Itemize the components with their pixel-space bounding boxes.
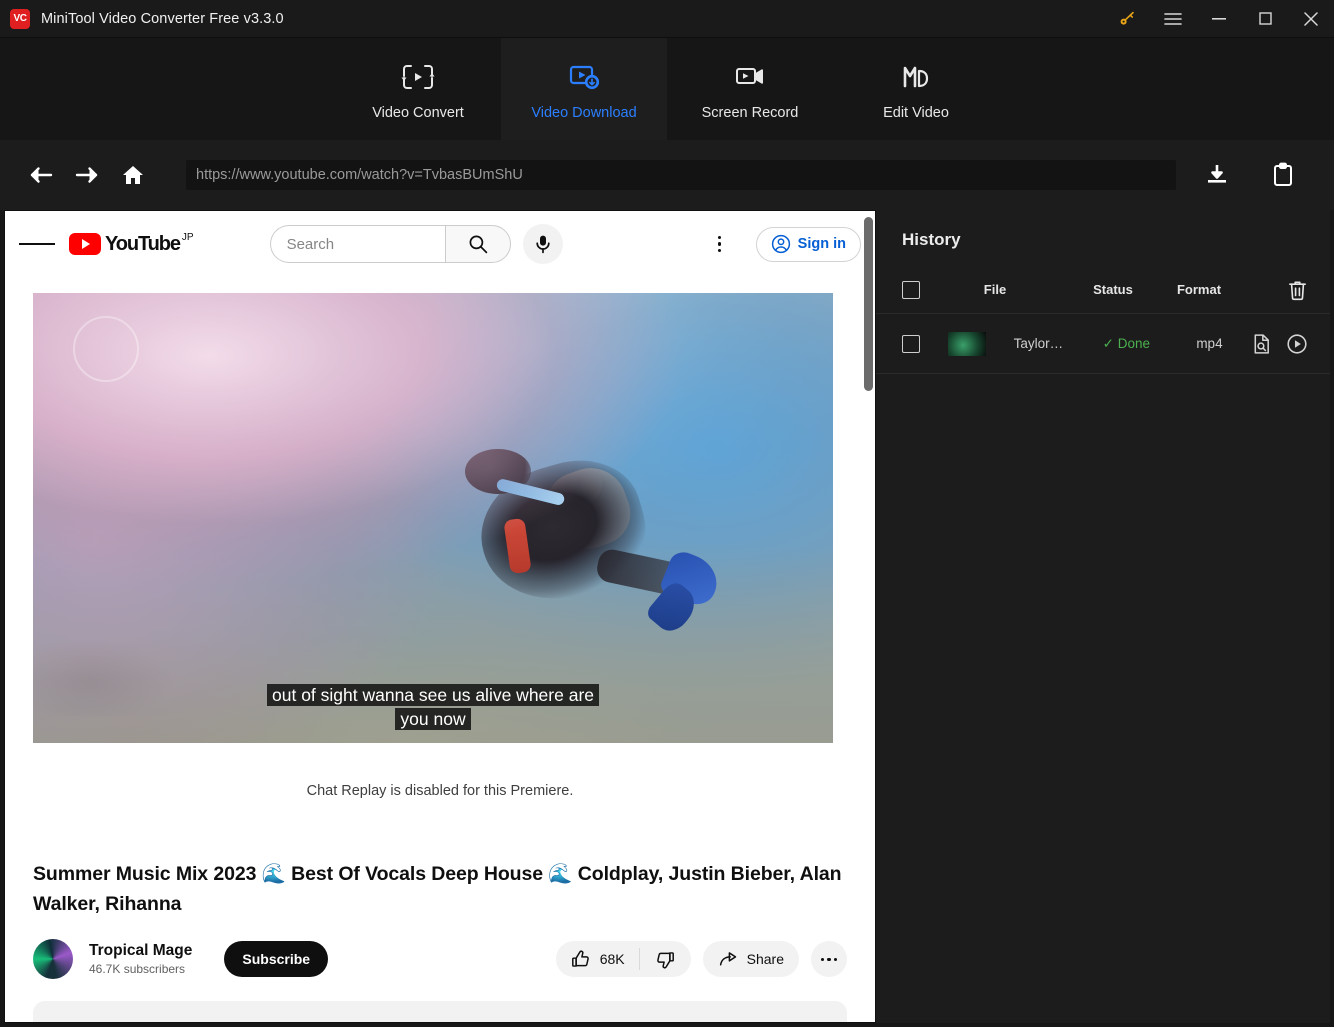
row-file-name: Taylor…: [992, 336, 1085, 351]
clipboard-icon[interactable]: [1260, 152, 1306, 198]
tab-label: Video Convert: [372, 105, 464, 121]
sign-in-label: Sign in: [798, 236, 846, 252]
like-button[interactable]: 68K: [556, 949, 639, 970]
edit-video-icon: [899, 62, 933, 92]
channel-name[interactable]: Tropical Mage: [89, 942, 192, 960]
history-table-header: File Status Format: [876, 266, 1330, 314]
channel-info: Tropical Mage 46.7K subscribers: [89, 942, 192, 976]
youtube-header: YouTube JP Search: [5, 211, 875, 277]
video-download-icon: [567, 62, 601, 92]
forward-arrow-icon[interactable]: [64, 152, 110, 198]
tab-video-convert[interactable]: Video Convert: [335, 38, 501, 140]
sign-in-button[interactable]: Sign in: [756, 227, 861, 262]
url-input[interactable]: https://www.youtube.com/watch?v=TvbasBUm…: [186, 160, 1176, 190]
wave-emoji-2: 🌊: [548, 863, 572, 885]
youtube-menu-icon[interactable]: [19, 226, 55, 262]
trash-icon[interactable]: [1287, 279, 1308, 301]
more-dot: [827, 958, 831, 962]
row-actions: [1251, 333, 1308, 355]
maximize-icon[interactable]: [1242, 0, 1288, 38]
search-input[interactable]: Search: [270, 225, 445, 263]
tab-label: Edit Video: [883, 105, 949, 121]
like-dislike-group: 68K: [556, 941, 691, 977]
subscriber-count: 46.7K subscribers: [89, 962, 192, 976]
close-icon[interactable]: [1288, 0, 1334, 38]
video-meta-row: Tropical Mage 46.7K subscribers Subscrib…: [33, 939, 847, 979]
embedded-browser-pane: YouTube JP Search: [4, 210, 876, 1023]
back-arrow-icon[interactable]: [18, 152, 64, 198]
row-checkbox[interactable]: [902, 335, 920, 353]
tab-label: Screen Record: [702, 105, 799, 121]
menu-icon[interactable]: [1150, 0, 1196, 38]
youtube-search: Search: [270, 224, 563, 264]
key-icon[interactable]: [1104, 0, 1150, 38]
share-button[interactable]: Share: [703, 941, 799, 977]
dislike-button[interactable]: [640, 949, 691, 970]
youtube-logo[interactable]: YouTube JP: [69, 233, 194, 255]
caption-line-1: out of sight wanna see us alive where ar…: [267, 684, 599, 706]
column-header-format: Format: [1156, 282, 1242, 297]
caption-line-2: you now: [395, 708, 470, 730]
tab-label: Video Download: [531, 105, 636, 121]
browser-scrollbar-thumb[interactable]: [864, 217, 873, 391]
more-dot: [834, 958, 838, 962]
download-icon[interactable]: [1194, 152, 1240, 198]
video-title: Summer Music Mix 2023 🌊 Best Of Vocals D…: [33, 859, 847, 919]
youtube-logo-text: YouTube: [105, 233, 180, 255]
account-icon: [771, 234, 791, 254]
share-icon: [718, 949, 739, 970]
thumbs-up-icon: [570, 949, 591, 970]
more-dot: [821, 958, 825, 962]
play-circle-icon[interactable]: [1286, 333, 1308, 355]
history-panel: History File Status Format Tay: [876, 210, 1330, 1023]
address-bar: https://www.youtube.com/watch?v=TvbasBUm…: [0, 140, 1334, 210]
share-label: Share: [747, 951, 784, 967]
app-logo-icon: VC: [10, 9, 30, 29]
main-content: YouTube JP Search: [0, 210, 1334, 1027]
search-icon[interactable]: [445, 225, 511, 263]
tab-edit-video[interactable]: Edit Video: [833, 38, 999, 140]
more-actions-button[interactable]: [811, 941, 847, 977]
like-count: 68K: [600, 951, 625, 967]
file-search-icon[interactable]: [1251, 333, 1272, 355]
address-bar-actions: [1194, 152, 1306, 198]
video-pink-haze-layer: [33, 293, 833, 743]
youtube-country-code: JP: [182, 233, 194, 243]
minimize-icon[interactable]: [1196, 0, 1242, 38]
window-title: MiniTool Video Converter Free v3.3.0: [41, 11, 284, 27]
video-title-part-1: Summer Music Mix 2023: [33, 863, 262, 885]
subscribe-button[interactable]: Subscribe: [224, 941, 328, 977]
screen-record-icon: [733, 62, 767, 92]
table-row[interactable]: Taylor… ✓ Done mp4: [876, 314, 1330, 374]
column-header-file: File: [920, 282, 1070, 297]
column-header-status: Status: [1070, 282, 1156, 297]
thumbs-down-icon: [655, 949, 676, 970]
youtube-play-icon: [69, 233, 101, 255]
chat-replay-note: Chat Replay is disabled for this Premier…: [33, 783, 847, 799]
video-title-part-2: Best Of Vocals Deep House: [286, 863, 548, 885]
tab-video-download[interactable]: Video Download: [501, 38, 667, 140]
browser-scrollbar[interactable]: [864, 217, 873, 1017]
video-caption: out of sight wanna see us alive where ar…: [33, 683, 833, 731]
select-all-checkbox[interactable]: [902, 281, 920, 299]
channel-avatar[interactable]: [33, 939, 73, 979]
row-thumbnail: [948, 332, 986, 356]
title-bar: VC MiniTool Video Converter Free v3.3.0: [0, 0, 1334, 38]
youtube-more-options-icon[interactable]: [704, 228, 736, 260]
main-nav-tabs: Video Convert Video Download: [0, 38, 1334, 140]
home-icon[interactable]: [110, 152, 156, 198]
history-title: History: [876, 210, 1330, 250]
video-description-box[interactable]: [33, 1001, 847, 1023]
video-watermark: [73, 316, 139, 382]
tab-screen-record[interactable]: Screen Record: [667, 38, 833, 140]
row-status: ✓ Done: [1085, 336, 1168, 352]
video-frame: [33, 293, 833, 743]
voice-search-icon[interactable]: [523, 224, 563, 264]
wave-emoji-1: 🌊: [262, 863, 286, 885]
video-player[interactable]: out of sight wanna see us alive where ar…: [33, 293, 833, 743]
video-convert-icon: [401, 62, 435, 92]
video-player-container: out of sight wanna see us alive where ar…: [33, 293, 847, 799]
row-format: mp4: [1168, 336, 1251, 351]
application-window: VC MiniTool Video Converter Free v3.3.0: [0, 0, 1334, 1027]
